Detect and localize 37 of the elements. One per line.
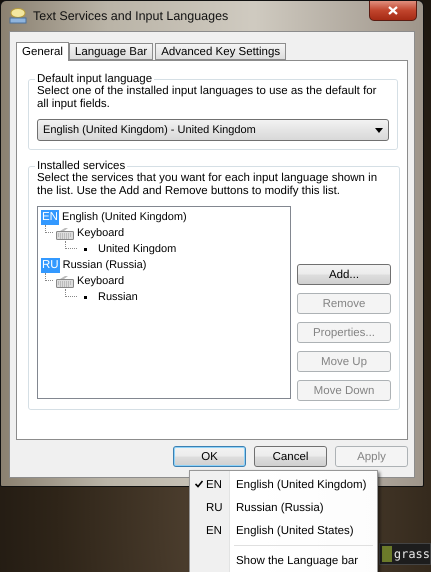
language-code-badge: RU bbox=[41, 258, 60, 272]
tree-item[interactable]: Keyboard bbox=[77, 227, 124, 239]
menu-item[interactable]: RU Russian (Russia) bbox=[192, 496, 375, 519]
tree-item[interactable]: Russian bbox=[98, 291, 138, 303]
button[interactable]: Cancel bbox=[254, 446, 327, 467]
dropdown-arrow-icon bbox=[375, 128, 383, 132]
menu-item-label: Russian (Russia) bbox=[235, 502, 324, 514]
bullet-icon bbox=[84, 296, 87, 298]
tab[interactable]: Language Bar bbox=[68, 43, 154, 60]
group-heading: Installed services bbox=[36, 160, 126, 172]
menu-item-label: English (United States) bbox=[235, 524, 354, 536]
tree-item[interactable]: Keyboard bbox=[77, 275, 124, 287]
group-heading: Default input language bbox=[36, 73, 154, 85]
tab[interactable]: Advanced Key Settings bbox=[155, 43, 286, 60]
button[interactable]: Add... bbox=[297, 264, 391, 285]
tree-item[interactable]: English (United Kingdom) bbox=[62, 211, 187, 223]
menu-item[interactable]: EN English (United States) bbox=[192, 519, 375, 542]
language-code-badge: EN bbox=[41, 210, 59, 224]
language-code: EN bbox=[206, 524, 223, 536]
description-text: Select one of the installed input languages to use as the default for all input fields. bbox=[37, 85, 378, 111]
window-title: Text Services and Input Languages bbox=[33, 9, 228, 23]
language-dropdown[interactable]: English (United Kingdom) - United Kingdom bbox=[37, 119, 389, 141]
menu-item-label: Show the Language bar bbox=[235, 554, 358, 566]
close-button[interactable] bbox=[369, 1, 417, 21]
language-code: RU bbox=[206, 502, 224, 514]
tab[interactable]: General bbox=[16, 42, 69, 61]
desktop-label: grass bbox=[379, 543, 431, 565]
button[interactable]: OK bbox=[173, 446, 246, 467]
tree-item[interactable]: United Kingdom bbox=[98, 243, 176, 255]
menu-item[interactable]: Show the Language bar bbox=[192, 549, 375, 572]
close-icon bbox=[388, 6, 398, 15]
language-code: EN bbox=[206, 478, 223, 490]
tree-item[interactable]: Russian (Russia) bbox=[62, 259, 146, 271]
menu-item-label: English (United Kingdom) bbox=[235, 478, 366, 490]
menu-item[interactable]: EN English (United Kingdom) bbox=[192, 473, 375, 496]
bullet-icon bbox=[84, 248, 87, 250]
description-text: Select the services that you want for each input language shown in the list. Use the Add and Remove buttons to modify this list. bbox=[37, 172, 378, 198]
